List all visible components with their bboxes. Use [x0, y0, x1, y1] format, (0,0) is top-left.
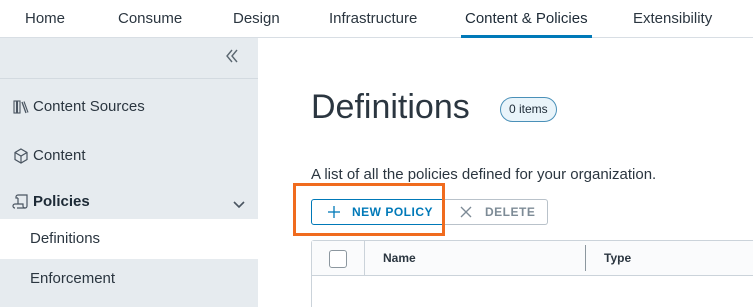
box-icon: [12, 147, 30, 165]
plus-icon: [327, 205, 341, 219]
item-count-badge: 0 items: [500, 97, 557, 122]
sidebar-item-content-sources[interactable]: Content Sources: [0, 87, 258, 127]
tab-extensibility[interactable]: Extensibility: [633, 0, 712, 38]
chevron-down-icon[interactable]: [232, 197, 246, 209]
tab-infrastructure[interactable]: Infrastructure: [329, 0, 417, 38]
sidebar-subitem-label: Definitions: [30, 230, 101, 247]
new-policy-label: NEW POLICY: [352, 205, 434, 219]
page-title: Definitions: [311, 88, 470, 126]
sidebar: Content Sources Content Policies Definit…: [0, 38, 258, 307]
tab-design[interactable]: Design: [233, 0, 280, 38]
sidebar-item-policies[interactable]: Policies: [0, 182, 258, 222]
library-icon: [12, 98, 30, 116]
sidebar-item-label: Content: [33, 147, 86, 164]
page-description: A list of all the policies defined for y…: [311, 166, 657, 183]
tab-content-and-policies[interactable]: Content & Policies: [461, 0, 592, 38]
select-all-checkbox[interactable]: [329, 250, 347, 268]
tab-consume[interactable]: Consume: [118, 0, 182, 38]
new-policy-button[interactable]: NEW POLICY: [311, 199, 443, 225]
sidebar-item-label: Policies: [33, 193, 90, 210]
sidebar-item-content[interactable]: Content: [0, 136, 258, 176]
scroll-icon: [12, 193, 30, 211]
sidebar-subitem-enforcement[interactable]: Enforcement: [0, 259, 258, 299]
top-nav: Home Consume Design Infrastructure Conte…: [0, 0, 753, 38]
sidebar-divider: [0, 78, 258, 79]
delete-button[interactable]: DELETE: [443, 199, 548, 225]
column-resize-handle[interactable]: [585, 245, 586, 271]
column-header-name[interactable]: Name: [383, 251, 416, 265]
close-icon: [460, 206, 472, 218]
collapse-sidebar-icon[interactable]: [222, 46, 242, 66]
grid-header: [312, 241, 753, 276]
sidebar-subitem-label: Enforcement: [30, 270, 116, 287]
column-divider: [364, 241, 365, 276]
sidebar-subitem-definitions[interactable]: Definitions: [0, 219, 258, 259]
column-header-type[interactable]: Type: [604, 251, 631, 265]
delete-label: DELETE: [485, 205, 536, 219]
sidebar-item-label: Content Sources: [33, 98, 145, 115]
tab-home[interactable]: Home: [25, 0, 65, 38]
